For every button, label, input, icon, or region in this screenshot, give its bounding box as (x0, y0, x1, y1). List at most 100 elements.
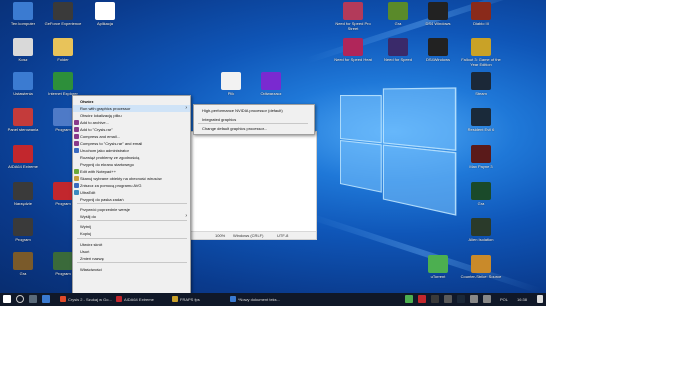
context-menu-item[interactable]: Add to "Crysis.rar" (73, 126, 190, 133)
search-icon[interactable] (16, 295, 24, 303)
desktop-icon[interactable]: uTorrent (415, 255, 461, 279)
desktop-icon[interactable]: Program (0, 218, 46, 242)
context-menu-item[interactable]: Uruchom jako administrator (73, 147, 190, 154)
desktop-icon-label: Fallout 3: Game of the Year Edition (461, 57, 501, 67)
context-menu-item[interactable]: UltraEdit (73, 189, 190, 196)
desktop-icon[interactable]: Resident Evil 6 (458, 108, 504, 132)
start-icon[interactable] (3, 295, 11, 303)
desktop-icon-label: uTorrent (430, 274, 446, 279)
app-icon (53, 38, 73, 56)
context-menu-item[interactable]: Compress and email... (73, 133, 190, 140)
desktop-icon[interactable]: Odtwarzacz (248, 72, 294, 96)
taskbar-button[interactable]: *Nowy dokument teks... (228, 294, 288, 305)
submenu-item[interactable]: High-performance NVIDIA processor (defau… (194, 107, 314, 114)
context-menu-item[interactable]: Zmień nazwę (73, 255, 190, 262)
notepad-status-bar: 100% Windows (CRLF) UTF-8 (191, 231, 316, 239)
context-menu-item[interactable]: Wyślij do › (73, 213, 190, 220)
language-indicator[interactable]: POL (500, 293, 508, 306)
line-ending: Windows (CRLF) (233, 233, 264, 238)
desktop-icon[interactable]: Need for Speed Pro Street (330, 2, 376, 31)
desktop-icon[interactable]: DS4 Windows (415, 2, 461, 26)
context-menu-item-label: Skanuj wybrane obiekty na obecność wirus… (80, 176, 162, 181)
desktop-icon[interactable]: GeForce Experience (40, 2, 86, 26)
app-icon (471, 72, 491, 90)
context-menu-item-label: Kopiuj (80, 231, 92, 236)
context-menu-item[interactable]: Rozwiąż problemy ze zgodnością (73, 154, 190, 161)
desktop-icon[interactable]: Folder (40, 38, 86, 62)
app-icon (13, 182, 33, 200)
context-menu-item[interactable]: Usuń (73, 248, 190, 255)
app-icon (471, 108, 491, 126)
context-menu-item[interactable]: Add to archive... (73, 119, 190, 126)
context-menu-item[interactable]: Przypnij do paska zadań (73, 196, 190, 203)
desktop-icon-label: Gra (477, 201, 485, 206)
edge-icon[interactable] (42, 295, 50, 303)
context-menu-item[interactable]: Skanuj wybrane obiekty na obecność wirus… (73, 175, 190, 182)
task-app-icon (60, 296, 66, 302)
context-menu-item[interactable]: Przywróć poprzednie wersje (73, 206, 190, 213)
notifications-icon[interactable] (537, 295, 543, 303)
tray-icon[interactable] (444, 295, 452, 303)
context-menu-item[interactable]: Utwórz skrót (73, 241, 190, 248)
context-menu-item-label: Usuń (80, 249, 90, 254)
submenu-item[interactable]: Integrated graphics (194, 116, 314, 123)
context-menu-item[interactable]: Compress to "Crysis.rar" and email (73, 140, 190, 147)
taskbar-button[interactable]: Crysis 2 - Szukaj w Go... (58, 294, 112, 305)
desktop-icon[interactable]: Diablo III (458, 2, 504, 26)
context-menu-item-label: Utwórz skrót (80, 242, 103, 247)
context-menu-item[interactable]: Otwórz (73, 98, 190, 105)
desktop-icon-label: GeForce Experience (44, 21, 82, 26)
desktop-icon[interactable]: Steam (458, 72, 504, 96)
desktop-icon[interactable]: Fallout 3: Game of the Year Edition (458, 38, 504, 67)
context-menu-item[interactable]: Otwórz lokalizację pliku (73, 112, 190, 119)
context-menu-item[interactable]: Przypnij do ekranu startowego (73, 161, 190, 168)
context-menu-item-label: Rozwiąż problemy ze zgodnością (80, 155, 140, 160)
app-icon (53, 182, 73, 200)
aida-tray-icon[interactable] (418, 295, 426, 303)
chevron-right-icon: › (185, 213, 187, 219)
menu-item-icon (74, 183, 79, 188)
app-icon (343, 38, 363, 56)
notepad-window[interactable]: 100% Windows (CRLF) UTF-8 (190, 131, 317, 240)
context-menu-item[interactable]: Wytnij (73, 223, 190, 230)
desktop-icon-label: Max Payne 3 (469, 164, 493, 169)
context-menu-item[interactable]: Run with graphics processor › (73, 105, 190, 112)
graphics-processor-submenu[interactable]: High-performance NVIDIA processor (defau… (193, 104, 315, 135)
desktop-icon[interactable]: Counter-Strike: Source (458, 255, 504, 279)
utorrent-tray-icon[interactable] (405, 295, 413, 303)
chevron-right-icon: › (185, 105, 187, 111)
context-menu-item[interactable]: Zniszcz za pomocą programu AVG (73, 182, 190, 189)
submenu-item[interactable]: Change default graphics processor... (194, 125, 314, 132)
context-menu[interactable]: Otwórz Run with graphics processor › Otwórz… (72, 95, 191, 294)
context-menu-item-label: Otwórz lokalizację pliku (80, 113, 122, 118)
tray-icon[interactable] (431, 295, 439, 303)
context-menu-item-label: Otwórz (80, 99, 94, 104)
desktop-icon[interactable]: DS4Windows (415, 38, 461, 62)
desktop-icon[interactable]: Internet Explorer (40, 72, 86, 96)
context-menu-item[interactable]: Edit with Notepad++ (73, 168, 190, 175)
volume-icon[interactable] (483, 295, 491, 303)
clock[interactable]: 16:38 (517, 293, 527, 306)
desktop-icon[interactable]: Need for Speed Heat (330, 38, 376, 62)
app-icon (471, 182, 491, 200)
context-menu-item[interactable]: Kopiuj (73, 230, 190, 237)
app-icon (471, 38, 491, 56)
task-view-icon[interactable] (29, 295, 37, 303)
context-menu-item-label: Przypnij do paska zadań (80, 197, 124, 202)
desktop-icon[interactable]: Max Payne 3 (458, 145, 504, 169)
desktop-icon[interactable]: Aplikacja (82, 2, 128, 26)
menu-item-icon (74, 190, 79, 195)
desktop-icon[interactable]: AIDA64 Extreme (0, 145, 46, 169)
desktop-icon[interactable]: Alien Isolation (458, 218, 504, 242)
desktop-icon[interactable]: Gra (458, 182, 504, 206)
context-menu-item[interactable]: Właściwości (73, 266, 190, 273)
app-icon (53, 108, 73, 126)
desktop-icon-label: Aplikacja (96, 21, 113, 26)
taskbar-button[interactable]: AIDA64 Extreme (114, 294, 168, 305)
network-icon[interactable] (470, 295, 478, 303)
app-icon (221, 72, 241, 90)
steam-tray-icon[interactable] (457, 295, 465, 303)
desktop-icon-label: Diablo III (473, 21, 489, 26)
context-menu-item-label: Zniszcz za pomocą programu AVG (80, 183, 142, 188)
taskbar-button[interactable]: FRAPS fps (170, 294, 226, 305)
